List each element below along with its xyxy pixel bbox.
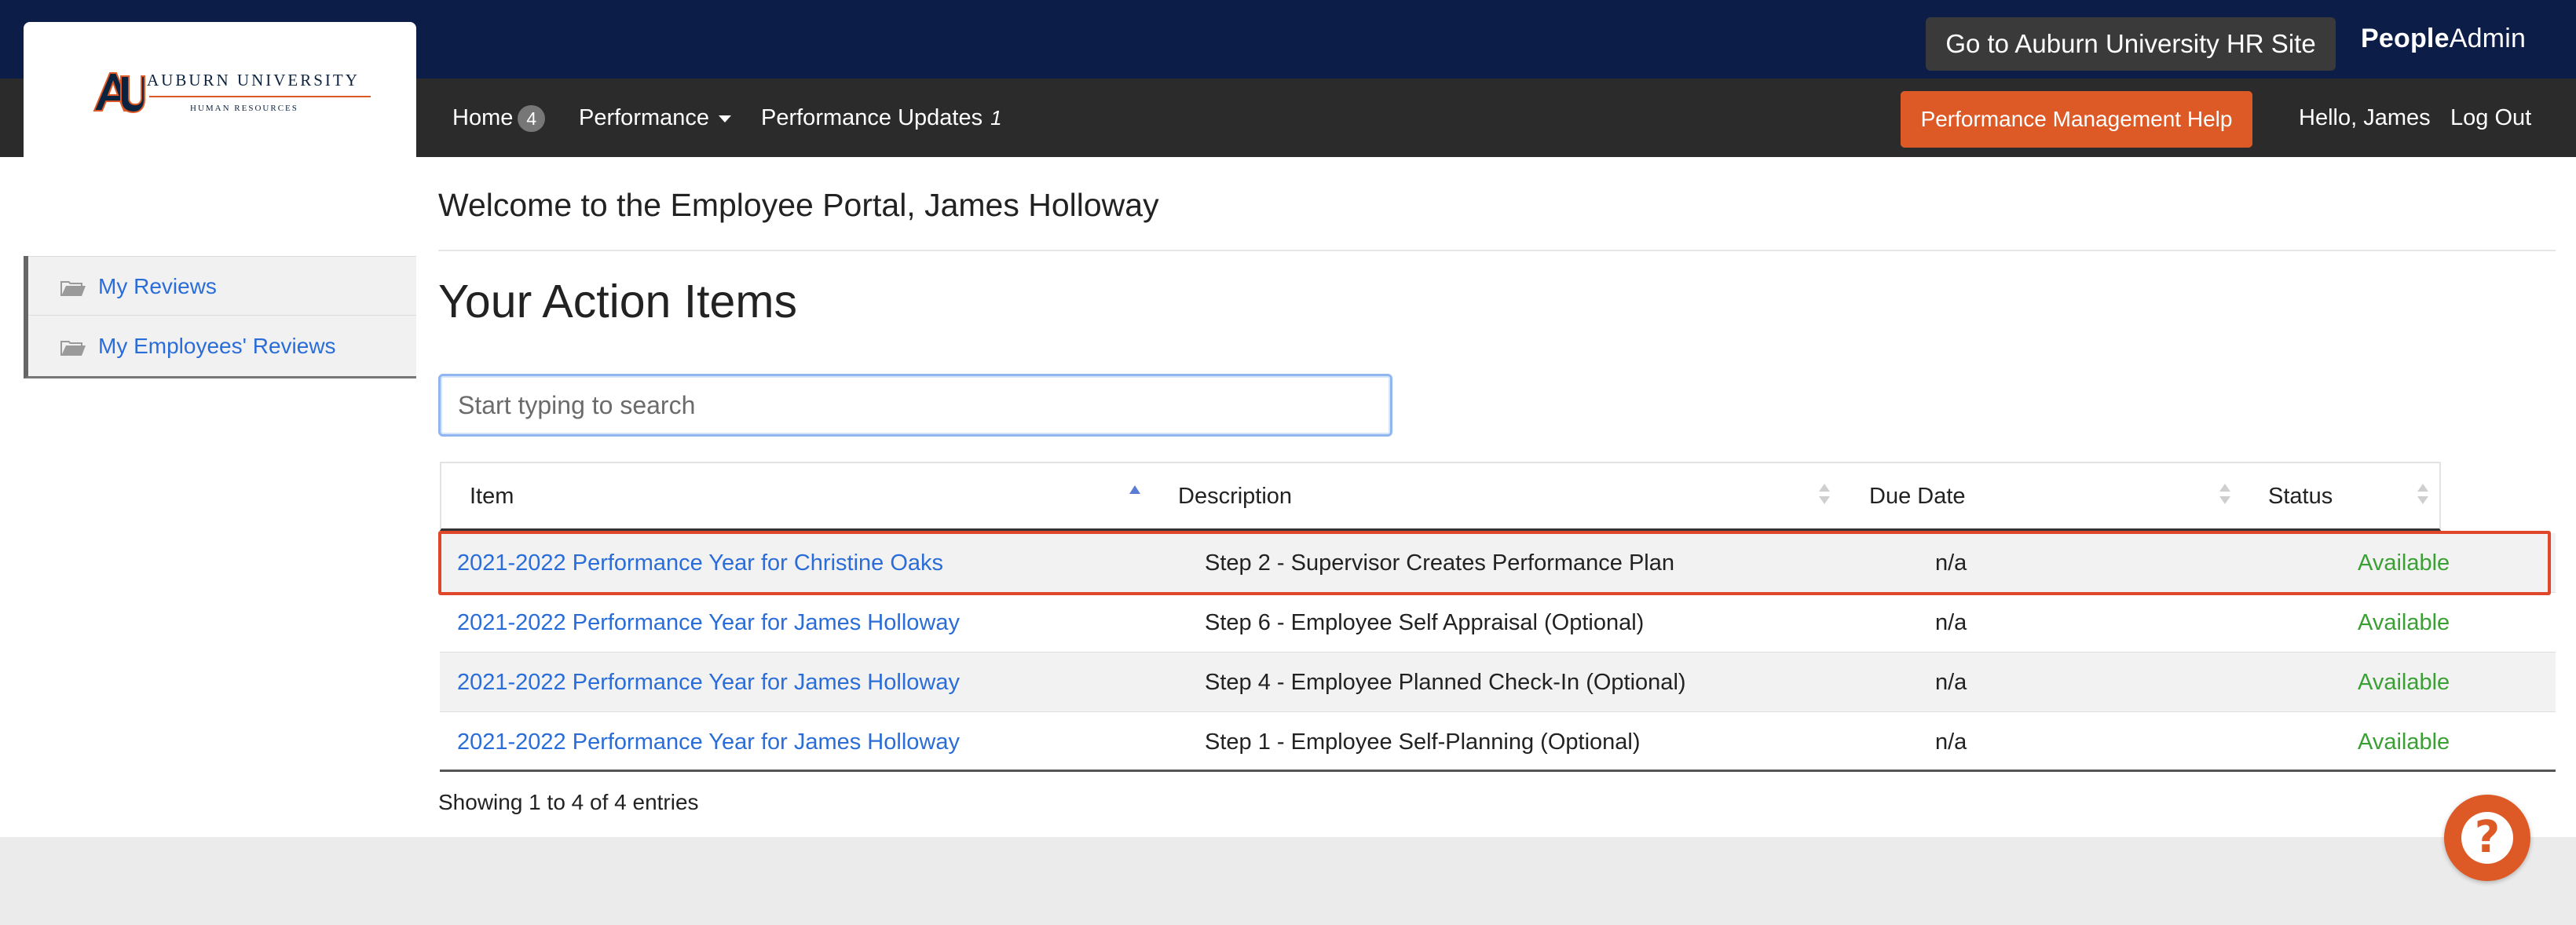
column-header-status[interactable]: Status (2268, 463, 2333, 529)
folder-open-icon (60, 341, 86, 356)
status-cell: Available (2358, 610, 2450, 635)
logo-university-text: AUBURN UNIVERSITY (147, 71, 360, 90)
footer (0, 837, 2576, 925)
sort-icon[interactable] (1819, 484, 1830, 509)
nav-performance-updates[interactable]: Performance Updates 1 (761, 79, 1002, 157)
sidebar-item-my-reviews[interactable]: My Reviews (28, 256, 416, 316)
entries-info: Showing 1 to 4 of 4 entries (438, 790, 699, 814)
nav-performance-label: Performance (579, 105, 710, 130)
hr-site-button[interactable]: Go to Auburn University HR Site (1926, 17, 2336, 71)
logo-department-text: HUMAN RESOURCES (190, 104, 298, 113)
description-cell: Step 2 - Supervisor Creates Performance … (1205, 550, 1674, 576)
table-header: Item Description Due Date Status (440, 462, 2441, 531)
sort-icon[interactable] (2219, 484, 2230, 509)
sort-icon[interactable] (2417, 484, 2428, 509)
status-cell: Available (2358, 729, 2450, 755)
divider (438, 250, 2556, 251)
table-row: 2021-2022 Performance Year for James Hol… (440, 653, 2556, 712)
column-header-description[interactable]: Description (1178, 463, 1292, 529)
due-date-cell: n/a (1935, 550, 1967, 576)
nav-performance-dropdown[interactable]: Performance (579, 79, 732, 157)
item-link[interactable]: 2021-2022 Performance Year for James Hol… (457, 593, 960, 653)
description-cell: Step 1 - Employee Self-Planning (Optiona… (1205, 729, 1641, 755)
brand-bold-text: People (2361, 24, 2450, 53)
item-link[interactable]: 2021-2022 Performance Year for James Hol… (457, 712, 960, 772)
logo-panel[interactable]: AUBURN UNIVERSITY HUMAN RESOURCES (24, 22, 416, 157)
column-header-due-date[interactable]: Due Date (1869, 463, 1966, 529)
nav-home[interactable]: Home 4 (452, 79, 546, 157)
column-header-item[interactable]: Item (470, 463, 514, 529)
due-date-cell: n/a (1935, 729, 1967, 755)
performance-updates-count: 1 (990, 106, 1002, 130)
nav-home-label: Home (452, 105, 514, 130)
greeting-link[interactable]: Hello, James (2299, 79, 2431, 157)
help-floating-button[interactable]: ? (2444, 795, 2530, 881)
status-cell: Available (2358, 550, 2450, 576)
sidebar-item-label: My Employees' Reviews (98, 334, 336, 358)
table-row: 2021-2022 Performance Year for James Hol… (440, 593, 2556, 653)
home-count-badge: 4 (518, 105, 546, 133)
logout-link[interactable]: Log Out (2450, 79, 2531, 157)
nav-performance-updates-label: Performance Updates (761, 105, 983, 130)
item-link[interactable]: 2021-2022 Performance Year for Christine… (457, 533, 943, 593)
performance-management-help-button[interactable]: Performance Management Help (1901, 91, 2252, 148)
sidebar-item-my-employees-reviews[interactable]: My Employees' Reviews (28, 316, 416, 376)
due-date-cell: n/a (1935, 670, 1967, 695)
brand-regular-text: Admin (2449, 24, 2527, 53)
sort-ascending-icon[interactable] (1129, 485, 1140, 494)
caret-down-icon (719, 115, 732, 122)
sidebar: My Reviews My Employees' Reviews (24, 256, 416, 378)
search-input[interactable] (438, 374, 1392, 437)
description-cell: Step 4 - Employee Planned Check-In (Opti… (1205, 670, 1686, 695)
question-mark-icon: ? (2461, 812, 2513, 864)
welcome-heading: Welcome to the Employee Portal, James Ho… (438, 187, 1159, 223)
folder-open-icon (60, 281, 86, 296)
description-cell: Step 6 - Employee Self Appraisal (Option… (1205, 610, 1645, 635)
sidebar-item-label: My Reviews (98, 274, 217, 298)
auburn-logo-icon (93, 72, 145, 114)
peopleadmin-brand: PeopleAdmin (2361, 24, 2526, 58)
due-date-cell: n/a (1935, 610, 1967, 635)
status-cell: Available (2358, 670, 2450, 695)
item-link[interactable]: 2021-2022 Performance Year for James Hol… (457, 653, 960, 712)
logo-divider (149, 96, 371, 97)
table-row: 2021-2022 Performance Year for James Hol… (440, 712, 2556, 772)
table-row: 2021-2022 Performance Year for Christine… (440, 533, 2556, 593)
page: Go to Auburn University HR Site PeopleAd… (0, 0, 2576, 925)
page-title: Your Action Items (438, 276, 797, 327)
